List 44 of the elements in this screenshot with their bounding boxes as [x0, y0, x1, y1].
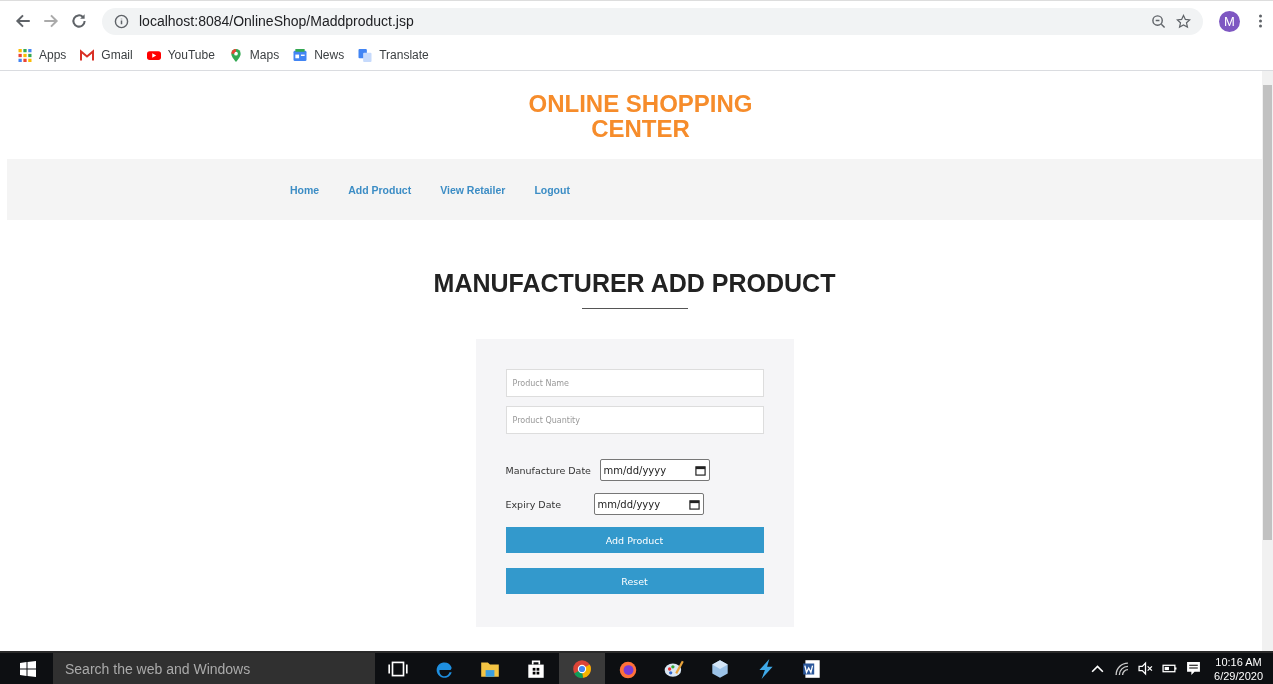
browser-icon — [571, 657, 593, 680]
profile-avatar[interactable]: M — [1219, 10, 1240, 32]
bookmark-link[interactable]: Maps — [228, 48, 280, 62]
shopping-bag-icon — [525, 657, 547, 680]
clock-date[interactable]: 6/29/2020 — [1214, 668, 1263, 683]
wifi-icon[interactable] — [1114, 661, 1130, 676]
taskbar-search-field[interactable]: Search the web and Windows — [53, 653, 375, 684]
bookmark-link[interactable]: News — [293, 48, 345, 62]
document-icon — [801, 657, 823, 680]
start-icon[interactable] — [20, 660, 36, 677]
reload-icon[interactable] — [70, 12, 88, 30]
taskbar-button[interactable] — [559, 653, 605, 684]
info-icon[interactable] — [114, 13, 129, 29]
input-field[interactable]: Product Quantity — [505, 406, 764, 434]
bookmark-link[interactable]: Translate — [358, 48, 429, 62]
bookmark-link[interactable]: Apps — [18, 48, 67, 62]
clock-time[interactable]: 10:16 AM — [1215, 654, 1262, 669]
bookmark-link[interactable]: YouTube — [146, 48, 215, 62]
date-field[interactable]: mm/dd/yyyy — [599, 459, 710, 481]
menu-icon[interactable] — [1258, 13, 1263, 29]
mail-icon — [80, 48, 95, 62]
scrollbar[interactable] — [1262, 71, 1273, 651]
site-title: ONLINE SHOPPING CENTER — [528, 91, 753, 141]
speaker-muted-icon[interactable] — [1138, 661, 1154, 676]
grid-icon — [18, 48, 32, 62]
translate-icon — [358, 48, 373, 62]
date-label: Expiry Date — [505, 498, 563, 510]
back-icon[interactable] — [14, 12, 32, 30]
play-icon — [146, 48, 161, 62]
address-bar[interactable]: localhost:8084/OnlineShop/Maddproduct.jsp — [102, 7, 1203, 35]
url-text: localhost:8084/OnlineShop/Maddproduct.jsp — [139, 13, 414, 29]
date-field[interactable]: mm/dd/yyyy — [593, 493, 704, 515]
page-heading: MANUFACTURER ADD PRODUCT — [433, 268, 836, 298]
zoom-out-icon[interactable] — [1151, 13, 1166, 29]
date-label: Manufacture Date — [505, 464, 592, 476]
calendar-icon[interactable] — [694, 464, 706, 476]
calendar-icon[interactable] — [688, 498, 700, 510]
cube-icon — [709, 657, 731, 680]
notification-icon[interactable] — [1186, 661, 1202, 676]
star-icon[interactable] — [1176, 13, 1191, 29]
map-pin-icon — [228, 48, 243, 62]
bookmark-link[interactable]: Gmail — [80, 48, 133, 62]
input-field[interactable]: Product Name — [505, 369, 764, 397]
news-icon — [293, 48, 308, 62]
